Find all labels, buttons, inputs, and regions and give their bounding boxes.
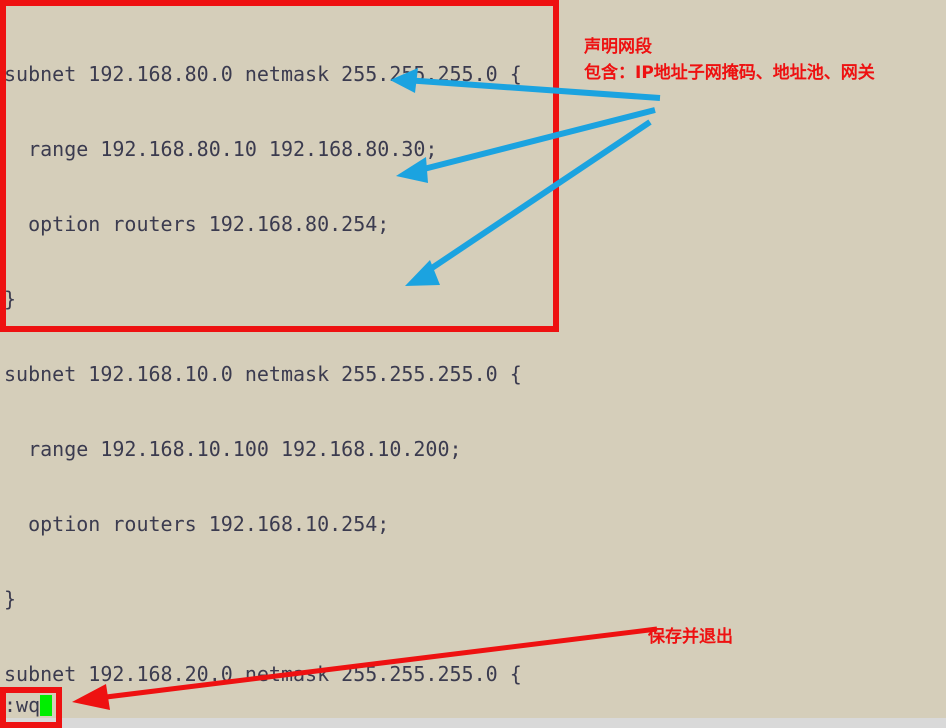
code-line: range 192.168.80.10 192.168.80.30; <box>4 137 438 161</box>
code-line: } <box>4 587 17 611</box>
vim-terminal[interactable]: subnet 192.168.80.0 netmask 255.255.255.… <box>0 0 946 718</box>
vim-command-line[interactable]: :wq <box>4 693 53 718</box>
window-bottom-bar <box>0 718 946 728</box>
code-line: subnet 192.168.20.0 netmask 255.255.255.… <box>4 662 522 686</box>
vim-command-text: :wq <box>4 693 41 717</box>
code-line: subnet 192.168.10.0 netmask 255.255.255.… <box>4 362 522 386</box>
code-line: option routers 192.168.10.254; <box>4 512 390 536</box>
text-cursor <box>40 695 53 716</box>
code-line: } <box>4 287 17 311</box>
code-line: range 192.168.10.100 192.168.10.200; <box>4 437 462 461</box>
config-file-content: subnet 192.168.80.0 netmask 255.255.255.… <box>4 12 934 718</box>
code-line: option routers 192.168.80.254; <box>4 212 390 236</box>
annotation-declare-segment-detail: 包含：IP地址子网掩码、地址池、网关 <box>584 63 875 83</box>
annotation-declare-segment-title: 声明网段 <box>584 37 652 57</box>
annotation-save-and-exit: 保存并退出 <box>648 627 733 647</box>
